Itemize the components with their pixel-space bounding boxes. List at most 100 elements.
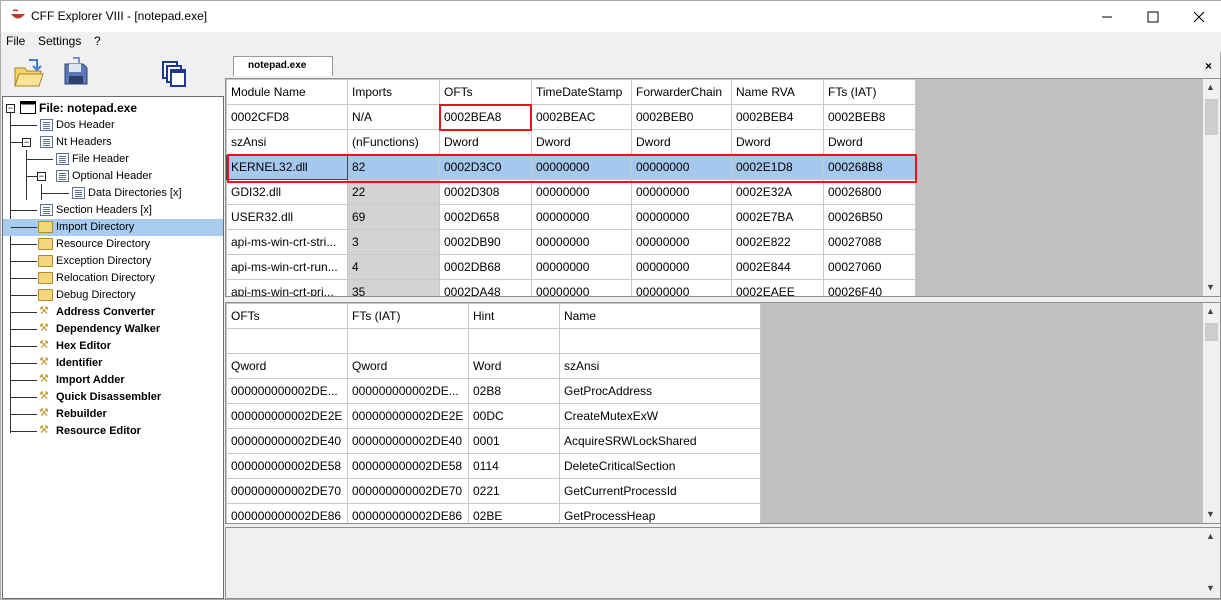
table-cell[interactable]: 00000000	[631, 229, 732, 255]
table-cell[interactable]: 0221	[468, 478, 560, 504]
tree-item-relocation-directory[interactable]: Relocation Directory	[3, 270, 223, 287]
table-cell[interactable]: CreateMutexExW	[559, 403, 761, 429]
scroll-up-icon[interactable]: ▲	[1206, 82, 1215, 92]
table-cell[interactable]: 0002BEB4	[731, 104, 824, 130]
table-cell[interactable]: 00000000	[631, 179, 732, 205]
tree-item-quick-disassembler[interactable]: ⚒ Quick Disassembler	[3, 389, 223, 406]
minimize-button[interactable]	[1084, 1, 1130, 32]
column-header[interactable]: Module Name	[226, 79, 348, 105]
table-cell[interactable]: 000000000002DE70	[347, 478, 469, 504]
scroll-up-icon[interactable]: ▲	[1206, 306, 1215, 316]
tree-item-resource-editor[interactable]: ⚒ Resource Editor	[3, 423, 223, 440]
table-cell[interactable]: 35	[347, 279, 440, 296]
functions-scrollbar[interactable]: ▲ ▼	[1203, 303, 1220, 523]
table-cell[interactable]: 00000000	[631, 279, 732, 296]
scroll-down-icon[interactable]: ▼	[1206, 509, 1215, 519]
table-cell[interactable]: 00000000	[631, 204, 732, 230]
table-cell[interactable]: DeleteCriticalSection	[559, 453, 761, 479]
table-cell[interactable]: 0001	[468, 428, 560, 454]
table-cell[interactable]: 000000000002DE...	[347, 378, 469, 404]
table-cell[interactable]: AcquireSRWLockShared	[559, 428, 761, 454]
column-header[interactable]: OFTs	[439, 79, 532, 105]
table-cell[interactable]: GetCurrentProcessId	[559, 478, 761, 504]
table-cell[interactable]: Dword	[531, 129, 632, 155]
tree-item-dependency-walker[interactable]: ⚒ Dependency Walker	[3, 321, 223, 338]
table-cell[interactable]: 00026B50	[823, 204, 916, 230]
table-cell[interactable]: Word	[468, 353, 560, 379]
table-cell[interactable]	[559, 328, 761, 354]
tree-item-identifier[interactable]: ⚒ Identifier	[3, 355, 223, 372]
table-cell[interactable]: 000000000002DE86	[347, 503, 469, 523]
menu-help[interactable]: ?	[94, 34, 101, 48]
tree-item-debug-directory[interactable]: Debug Directory	[3, 287, 223, 304]
table-row[interactable]: 000000000002DE58 000000000002DE58 0114 D…	[226, 453, 761, 479]
table-cell[interactable]: 00000000	[631, 254, 732, 280]
scroll-up-icon[interactable]: ▲	[1206, 531, 1215, 541]
table-row[interactable]: 000000000002DE... 000000000002DE... 02B8…	[226, 378, 761, 404]
collapse-icon[interactable]: −	[6, 104, 15, 113]
scroll-thumb[interactable]	[1205, 323, 1218, 341]
table-cell[interactable]: 0002EAEE	[731, 279, 824, 296]
table-cell[interactable]: 000000000002DE40	[347, 428, 469, 454]
tree-item-resource-directory[interactable]: Resource Directory	[3, 236, 223, 253]
table-cell[interactable]: 00000000	[531, 179, 632, 205]
table-row[interactable]: 000000000002DE70 000000000002DE70 0221 G…	[226, 478, 761, 504]
tree-item-exception-directory[interactable]: Exception Directory	[3, 253, 223, 270]
table-cell[interactable]: 00026F40	[823, 279, 916, 296]
imports-scrollbar[interactable]: ▲ ▼	[1203, 79, 1220, 296]
table-cell[interactable]: USER32.dll	[226, 204, 348, 230]
column-header[interactable]: ForwarderChain	[631, 79, 732, 105]
table-cell[interactable]: Qword	[347, 353, 469, 379]
table-cell[interactable]: szAnsi	[559, 353, 761, 379]
table-cell[interactable]: 0002CFD8	[226, 104, 348, 130]
table-cell[interactable]: 000000000002DE86	[226, 503, 348, 523]
table-row[interactable]: api-ms-win-crt-run... 4 0002DB68 0000000…	[226, 254, 916, 280]
table-cell[interactable]: api-ms-win-crt-stri...	[226, 229, 348, 255]
tab-notepad-exe[interactable]: notepad.exe	[233, 56, 333, 76]
table-cell[interactable]: 00027060	[823, 254, 916, 280]
table-cell[interactable]: GetProcAddress	[559, 378, 761, 404]
table-cell[interactable]: api-ms-win-crt-pri...	[226, 279, 348, 296]
scroll-down-icon[interactable]: ▼	[1206, 282, 1215, 292]
column-header[interactable]: OFTs	[226, 303, 348, 329]
table-cell[interactable]: 00027088	[823, 229, 916, 255]
menu-file[interactable]: File	[6, 34, 25, 48]
table-cell[interactable]: 0002BEB0	[631, 104, 732, 130]
table-cell[interactable]: 00000000	[531, 254, 632, 280]
table-cell[interactable]: 000000000002DE58	[226, 453, 348, 479]
table-cell[interactable]: 0002E7BA	[731, 204, 824, 230]
table-cell[interactable]	[226, 328, 348, 354]
table-cell[interactable]: 00000000	[531, 229, 632, 255]
table-cell[interactable]: Dword	[439, 129, 532, 155]
table-cell[interactable]: 22	[347, 179, 440, 205]
menu-settings[interactable]: Settings	[38, 34, 81, 48]
table-cell[interactable]: 4	[347, 254, 440, 280]
table-cell[interactable]: GDI32.dll	[226, 179, 348, 205]
table-cell[interactable]: (nFunctions)	[347, 129, 440, 155]
tree-item-optional-header[interactable]: − Optional Header	[3, 168, 223, 185]
table-cell[interactable]: 00000000	[531, 279, 632, 296]
table-cell[interactable]: 0002DB68	[439, 254, 532, 280]
table-cell[interactable]	[347, 328, 469, 354]
table-cell[interactable]: 00000000	[531, 204, 632, 230]
tree-root[interactable]: − File: notepad.exe	[3, 100, 223, 117]
table-cell[interactable]: 0002DA48	[439, 279, 532, 296]
table-cell[interactable]: api-ms-win-crt-run...	[226, 254, 348, 280]
table-cell[interactable]: GetProcessHeap	[559, 503, 761, 523]
table-row[interactable]: api-ms-win-crt-stri... 3 0002DB90 000000…	[226, 229, 916, 255]
tree-item-dos-header[interactable]: Dos Header	[3, 117, 223, 134]
table-cell[interactable]: Dword	[631, 129, 732, 155]
table-cell[interactable]: 3	[347, 229, 440, 255]
tab-close-icon[interactable]: ×	[1205, 59, 1212, 73]
table-cell[interactable]: 0114	[468, 453, 560, 479]
collapse-icon[interactable]: −	[22, 138, 31, 147]
column-header[interactable]: Hint	[468, 303, 560, 329]
column-header[interactable]: Imports	[347, 79, 440, 105]
tree-item-import-directory[interactable]: Import Directory	[3, 219, 223, 236]
table-cell[interactable]: 0002D308	[439, 179, 532, 205]
table-cell[interactable]: Dword	[731, 129, 824, 155]
tree-item-rebuilder[interactable]: ⚒ Rebuilder	[3, 406, 223, 423]
table-cell[interactable]: 69	[347, 204, 440, 230]
open-file-icon[interactable]	[11, 56, 45, 90]
table-row[interactable]: USER32.dll 69 0002D658 00000000 00000000…	[226, 204, 916, 230]
